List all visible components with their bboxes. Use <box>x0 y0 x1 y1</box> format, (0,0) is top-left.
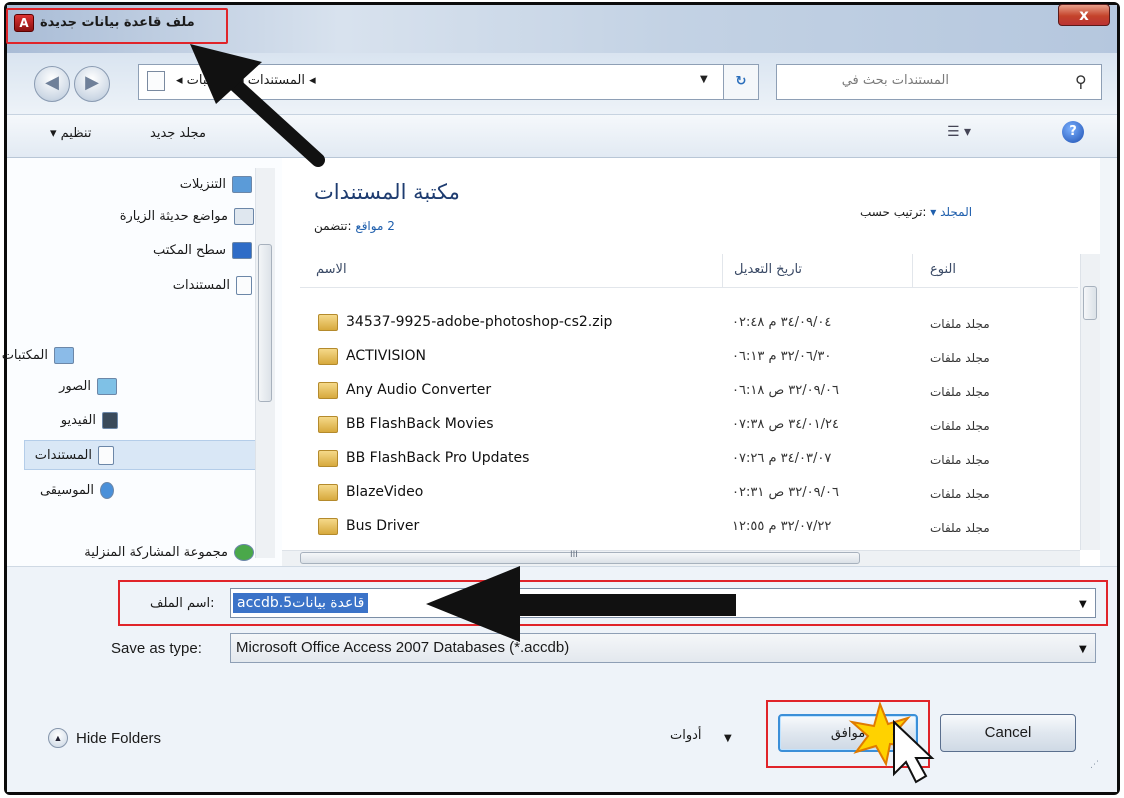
mouse-cursor-icon <box>893 719 935 784</box>
annotation-overlay <box>190 44 935 784</box>
arrow-to-title <box>190 44 325 167</box>
arrow-to-filename <box>426 566 736 642</box>
